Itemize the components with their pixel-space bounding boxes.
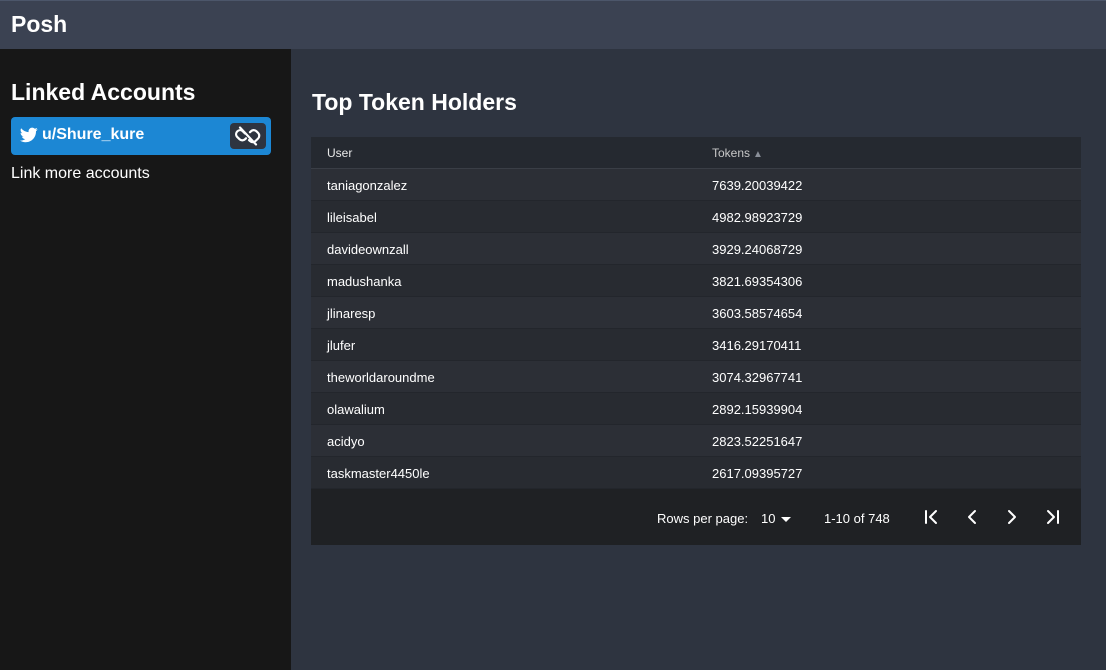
first-page-icon[interactable]	[921, 506, 943, 528]
linked-accounts-heading: Linked Accounts	[11, 79, 196, 105]
column-header-tokens-label: Tokens	[712, 146, 751, 160]
unlink-icon	[235, 126, 261, 146]
chevron-down-icon[interactable]	[781, 517, 791, 522]
cell-user: acidyo	[327, 434, 365, 449]
table-row: madushanka 3821.69354306	[311, 265, 1081, 297]
table-row: acidyo 2823.52251647	[311, 425, 1081, 457]
table-row: jlufer 3416.29170411	[311, 329, 1081, 361]
linked-account-chip[interactable]: u/Shure_kure	[11, 117, 271, 155]
cell-tokens: 2823.52251647	[712, 434, 803, 449]
sidebar: Linked Accounts u/Shure_kure Link more a…	[0, 49, 291, 670]
cell-user: jlufer	[327, 338, 356, 353]
table-pagination: Rows per page: 10 1-10 of 748	[311, 489, 1081, 545]
rows-per-page-label: Rows per page:	[657, 511, 749, 526]
pagination-range: 1-10 of 748	[824, 511, 890, 526]
cell-tokens: 3603.58574654	[712, 306, 803, 321]
cell-user: jlinaresp	[327, 306, 376, 321]
table-row: davideownzall 3929.24068729	[311, 233, 1081, 265]
table-row: taniagonzalez 7639.20039422	[311, 169, 1081, 201]
cell-user: davideownzall	[327, 242, 409, 257]
sort-ascending-icon: ▲	[753, 149, 763, 160]
cell-user: taskmaster4450le	[327, 466, 430, 481]
table-row: jlinaresp 3603.58574654	[311, 297, 1081, 329]
table-row: taskmaster4450le 2617.09395727	[311, 457, 1081, 489]
next-page-icon[interactable]	[1001, 506, 1023, 528]
table-row: theworldaroundme 3074.32967741	[311, 361, 1081, 393]
column-header-user[interactable]: User	[327, 146, 352, 160]
table-row: olawalium 2892.15939904	[311, 393, 1081, 425]
table-header: User Tokens ▲	[311, 137, 1081, 169]
cell-tokens: 3929.24068729	[712, 242, 803, 257]
cell-user: olawalium	[327, 402, 385, 417]
cell-tokens: 3821.69354306	[712, 274, 803, 289]
last-page-icon[interactable]	[1041, 506, 1063, 528]
app-brand[interactable]: Posh	[11, 11, 67, 38]
cell-user: madushanka	[327, 274, 402, 289]
cell-user: taniagonzalez	[327, 178, 408, 193]
cell-user: lileisabel	[327, 210, 377, 225]
cell-tokens: 2892.15939904	[712, 402, 803, 417]
token-holders-table: User Tokens ▲ taniagonzalez 7639.20039422 …	[311, 137, 1081, 545]
cell-tokens: 2617.09395727	[712, 466, 803, 481]
top-bar: Posh	[0, 0, 1106, 49]
rows-per-page-select[interactable]: 10	[761, 511, 775, 526]
cell-tokens: 7639.20039422	[712, 178, 803, 193]
table-body: taniagonzalez 7639.20039422 lileisabel 498…	[311, 169, 1081, 489]
cell-tokens: 3416.29170411	[712, 338, 802, 353]
page-title: Top Token Holders	[312, 89, 517, 115]
cell-tokens: 4982.98923729	[712, 210, 803, 225]
column-header-tokens[interactable]: Tokens ▲	[712, 146, 763, 160]
account-username: u/Shure_kure	[42, 126, 145, 143]
twitter-icon	[20, 127, 38, 143]
prev-page-icon[interactable]	[961, 506, 983, 528]
table-row: lileisabel 4982.98923729	[311, 201, 1081, 233]
cell-tokens: 3074.32967741	[712, 370, 803, 385]
cell-user: theworldaroundme	[327, 370, 435, 385]
link-more-accounts[interactable]: Link more accounts	[11, 165, 150, 183]
unlink-account-button[interactable]	[230, 123, 266, 149]
